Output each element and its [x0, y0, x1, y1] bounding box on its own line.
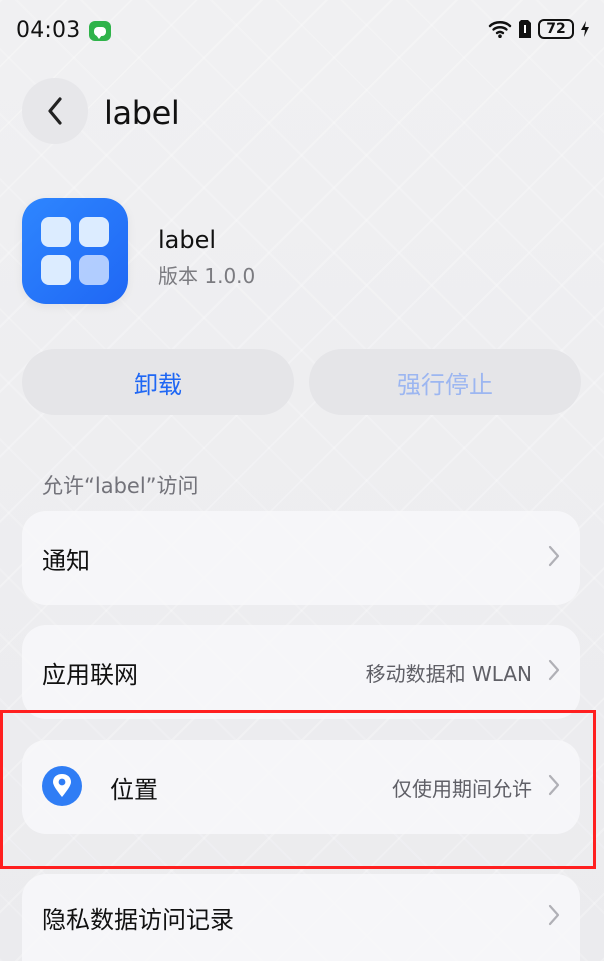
privacy-record-row[interactable]: 隐私数据访问记录 — [22, 874, 580, 961]
header: label — [22, 78, 582, 148]
network-row[interactable]: 应用联网 移动数据和 WLAN — [22, 625, 580, 719]
app-version: 版本 1.0.0 — [158, 264, 256, 288]
app-icon — [22, 198, 128, 304]
app-name: label — [158, 226, 217, 254]
chevron-right-icon — [548, 545, 560, 567]
privacy-record-label: 隐私数据访问记录 — [42, 906, 234, 934]
location-pin-icon — [42, 766, 82, 806]
network-label: 应用联网 — [42, 661, 138, 689]
network-value: 移动数据和 WLAN — [365, 662, 532, 686]
charging-icon — [581, 21, 589, 37]
force-stop-button[interactable]: 强行停止 — [309, 349, 581, 415]
location-label: 位置 — [110, 776, 158, 804]
app-info: label 版本 1.0.0 — [22, 198, 582, 310]
status-time: 04:03 — [16, 18, 81, 43]
chevron-right-icon — [548, 904, 560, 926]
chevron-left-icon — [48, 97, 62, 125]
location-value: 仅使用期间允许 — [392, 777, 532, 801]
location-row[interactable]: 位置 仅使用期间允许 — [22, 740, 580, 834]
message-icon — [89, 21, 111, 41]
chevron-right-icon — [548, 774, 560, 796]
chevron-right-icon — [548, 659, 560, 681]
status-icons: 72 — [488, 19, 590, 39]
wifi-icon — [488, 21, 512, 38]
notification-row[interactable]: 通知 — [22, 511, 580, 605]
permissions-section-label: 允许“label”访问 — [42, 474, 199, 498]
battery-indicator: 72 — [538, 19, 574, 39]
page-title: label — [104, 94, 180, 132]
status-bar: 04:03 72 — [0, 0, 604, 60]
back-button[interactable] — [22, 78, 88, 144]
sim-card-icon — [519, 20, 531, 38]
notification-label: 通知 — [42, 547, 90, 575]
uninstall-button[interactable]: 卸载 — [22, 349, 294, 415]
